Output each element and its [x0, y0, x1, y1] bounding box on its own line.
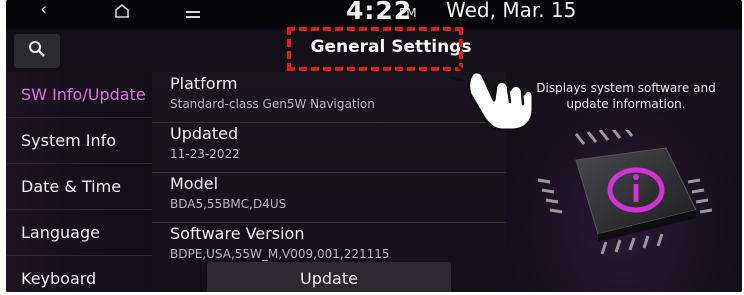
- search-icon: [28, 40, 46, 62]
- date-label: Wed, Mar. 15: [446, 0, 577, 22]
- sidebar-item-system-info[interactable]: System Info: [6, 118, 152, 164]
- home-icon[interactable]: [114, 3, 130, 23]
- menu-icon[interactable]: [186, 5, 200, 25]
- highlight-box: [287, 27, 463, 71]
- sidebar-item-date-time[interactable]: Date & Time: [6, 164, 152, 210]
- status-bar: ‹ 4:22 PM Wed, Mar. 15: [6, 0, 742, 28]
- update-button[interactable]: Update: [207, 262, 451, 292]
- row-value: BDA5,55BMC,D4US: [170, 197, 287, 211]
- sidebar-item-language[interactable]: Language: [6, 210, 152, 256]
- info-description: Displays system software and update info…: [536, 81, 716, 111]
- sidebar-item-sw-info-update[interactable]: SW Info/Update: [6, 72, 152, 118]
- row-label: Model: [170, 174, 219, 193]
- row-value: 11-23-2022: [170, 147, 240, 161]
- row-value: Standard-class Gen5W Navigation: [170, 97, 375, 111]
- search-button[interactable]: [14, 34, 60, 68]
- row-label: Software Version: [170, 224, 305, 243]
- sidebar: SW Info/Update System Info Date & Time L…: [6, 72, 152, 292]
- row-value: BDPE,USA,55W_M,V009,001,221115: [170, 247, 390, 261]
- list-item-model: Model BDA5,55BMC,D4US: [152, 172, 506, 223]
- sidebar-item-keyboard[interactable]: Keyboard: [6, 256, 152, 292]
- row-label: Platform: [170, 74, 238, 93]
- pointing-hand-icon: [450, 52, 535, 136]
- info-chip-icon: [536, 125, 713, 264]
- row-label: Updated: [170, 124, 239, 143]
- clock-ampm: PM: [399, 6, 417, 20]
- back-icon[interactable]: ‹: [40, 0, 47, 20]
- info-panel: Displays system software and update info…: [506, 72, 742, 292]
